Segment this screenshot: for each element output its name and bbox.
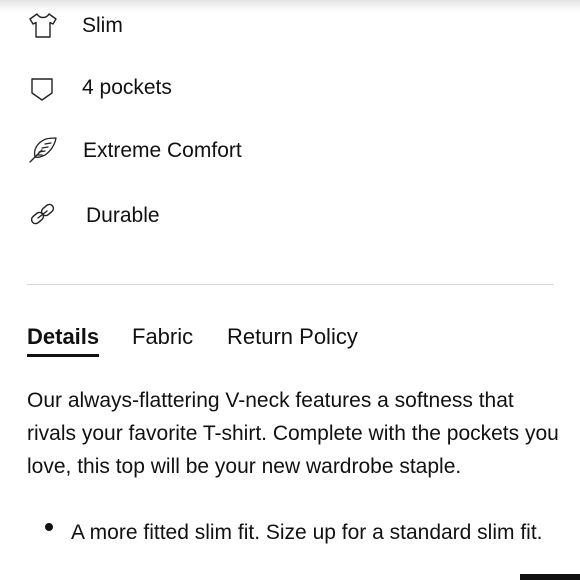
feature-durable: Durable xyxy=(0,196,580,236)
feature-pockets: 4 pockets xyxy=(0,68,580,108)
tab-return-policy[interactable]: Return Policy xyxy=(227,322,358,352)
tab-fabric[interactable]: Fabric xyxy=(132,322,193,352)
feature-comfort: Extreme Comfort xyxy=(0,131,580,171)
bottom-bar xyxy=(520,574,580,580)
chain-link-icon xyxy=(26,200,60,230)
tab-details[interactable]: Details xyxy=(27,322,100,357)
pocket-icon xyxy=(26,72,60,102)
product-description: Our always-flattering V-neck features a … xyxy=(27,389,559,478)
tshirt-icon xyxy=(26,10,60,40)
feature-durable-label: Durable xyxy=(86,204,160,227)
list-item: A more fitted slim fit. Size up for a st… xyxy=(71,521,543,544)
feature-fit-label: Slim xyxy=(82,14,123,37)
feature-pockets-label: 4 pockets xyxy=(82,76,172,99)
feature-comfort-label: Extreme Comfort xyxy=(83,139,242,162)
bullet-marker xyxy=(45,523,53,531)
feather-icon xyxy=(26,135,60,165)
section-divider xyxy=(27,284,554,285)
feature-fit: Slim xyxy=(0,6,580,46)
